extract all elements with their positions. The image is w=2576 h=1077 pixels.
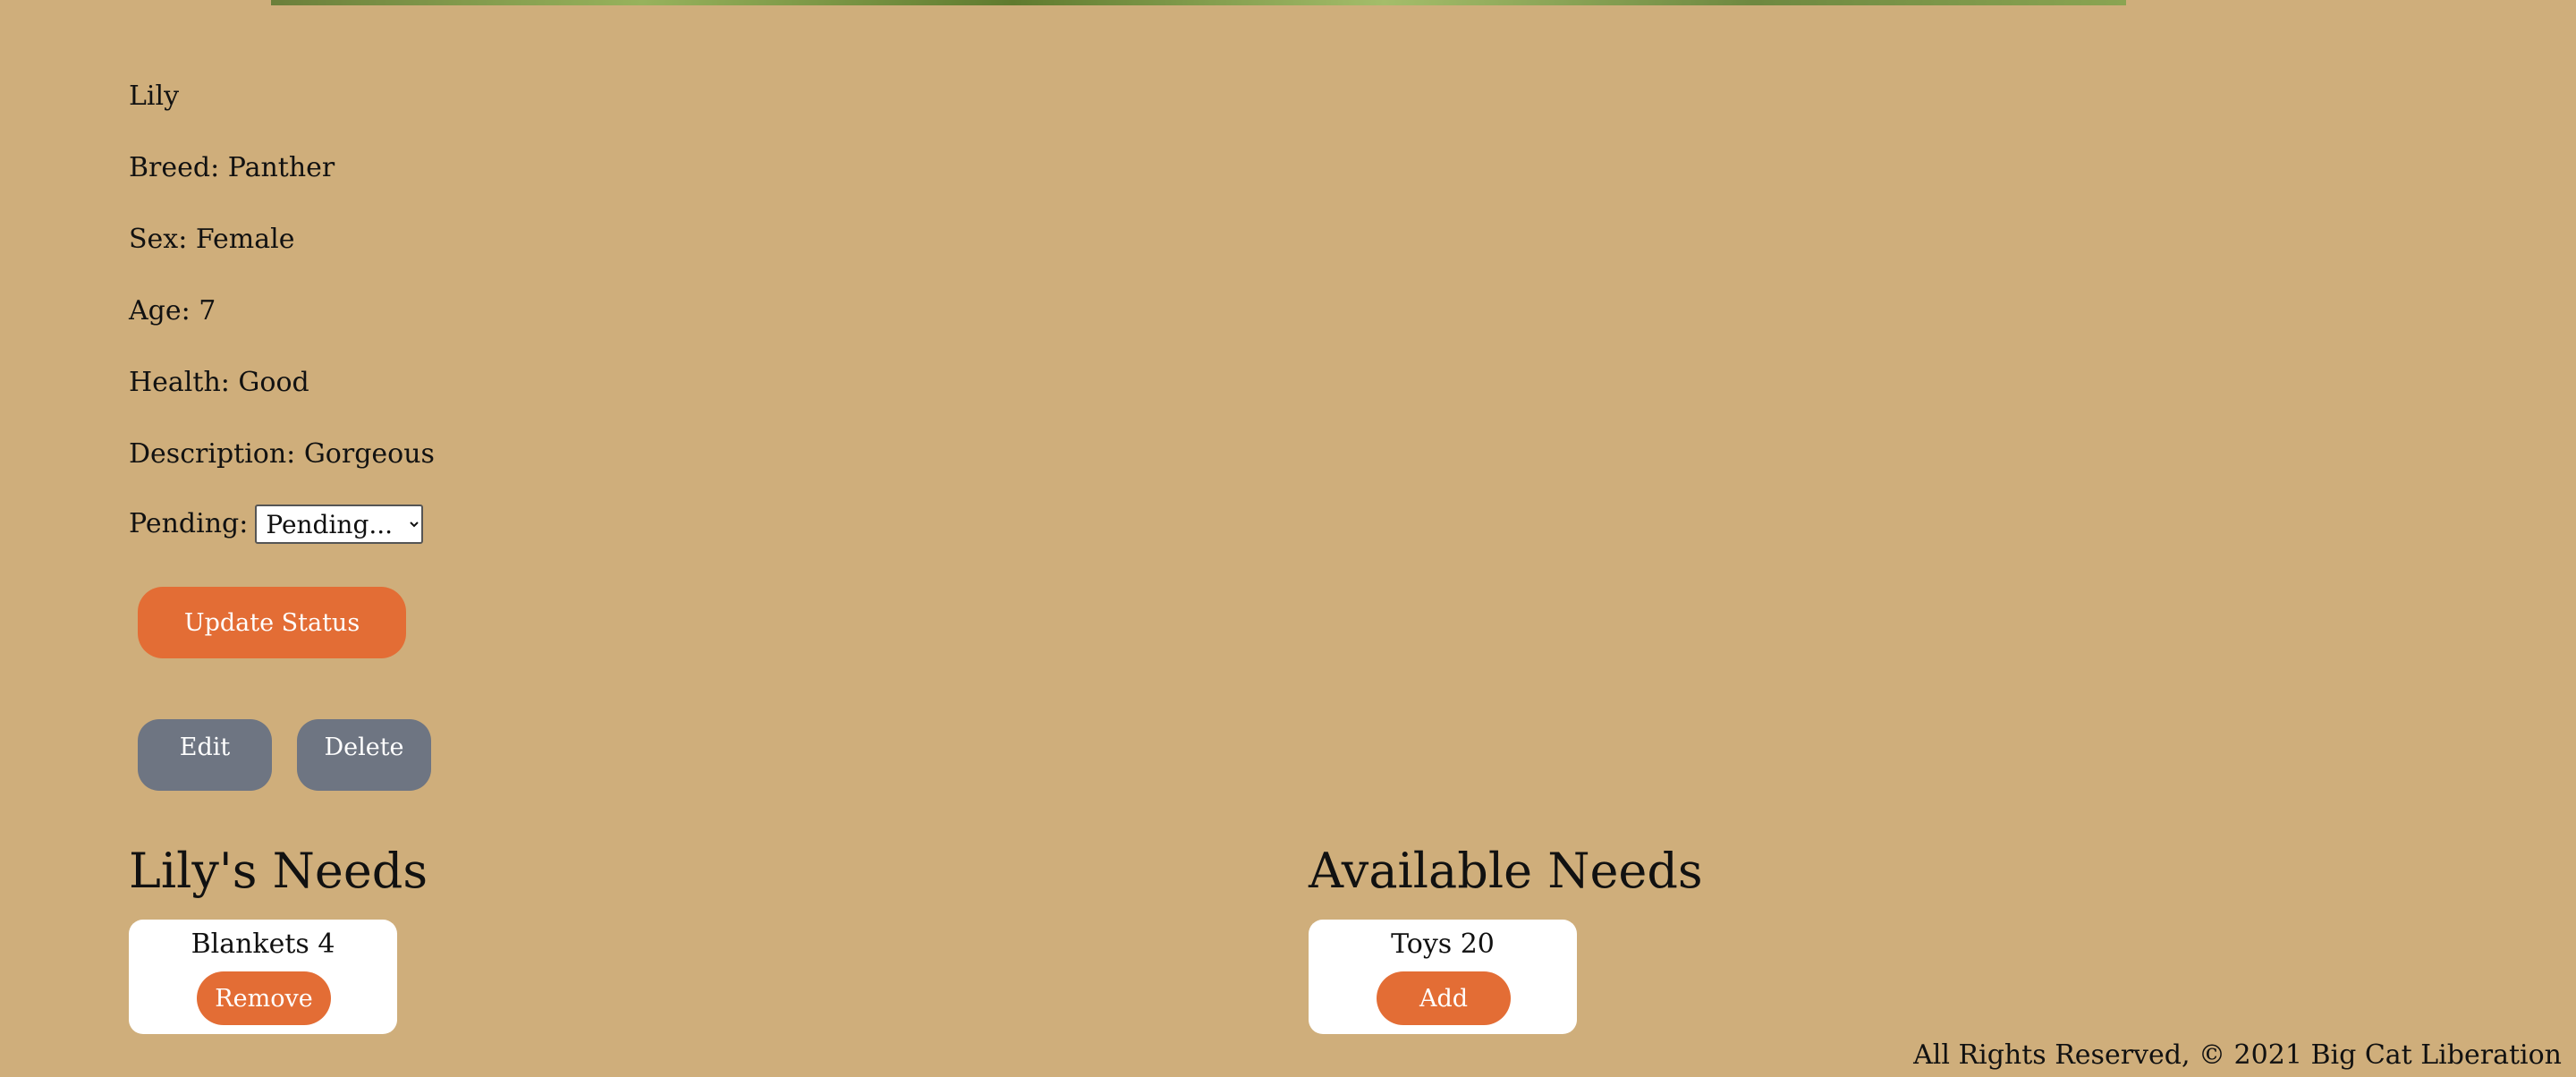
animal-breed: Breed: Panther	[129, 152, 335, 183]
pending-label: Pending:	[129, 508, 249, 539]
footer-copyright: All Rights Reserved, © 2021 Big Cat Libe…	[1913, 1039, 2562, 1071]
animal-photo	[271, 0, 2126, 5]
available-need-card: Toys 20 Add	[1309, 920, 1577, 1034]
animal-description: Description: Gorgeous	[129, 438, 435, 470]
edit-button[interactable]: Edit	[138, 719, 272, 791]
available-need-label: Toys 20	[1391, 929, 1495, 960]
add-need-button[interactable]: Add	[1377, 971, 1511, 1025]
need-item-label: Blankets 4	[191, 929, 335, 960]
animal-health: Health: Good	[129, 367, 309, 398]
available-needs-heading: Available Needs	[1309, 843, 1703, 899]
need-card: Blankets 4 Remove	[129, 920, 397, 1034]
animal-needs-heading: Lily's Needs	[129, 843, 428, 899]
animal-sex: Sex: Female	[129, 224, 295, 255]
animal-name: Lily	[129, 81, 180, 112]
update-status-button[interactable]: Update Status	[138, 587, 406, 658]
pending-select[interactable]: Pending...	[255, 505, 424, 544]
remove-need-button[interactable]: Remove	[197, 971, 331, 1025]
delete-button[interactable]: Delete	[297, 719, 431, 791]
pending-row: Pending: Pending...	[129, 505, 424, 544]
animal-age: Age: 7	[129, 295, 216, 326]
